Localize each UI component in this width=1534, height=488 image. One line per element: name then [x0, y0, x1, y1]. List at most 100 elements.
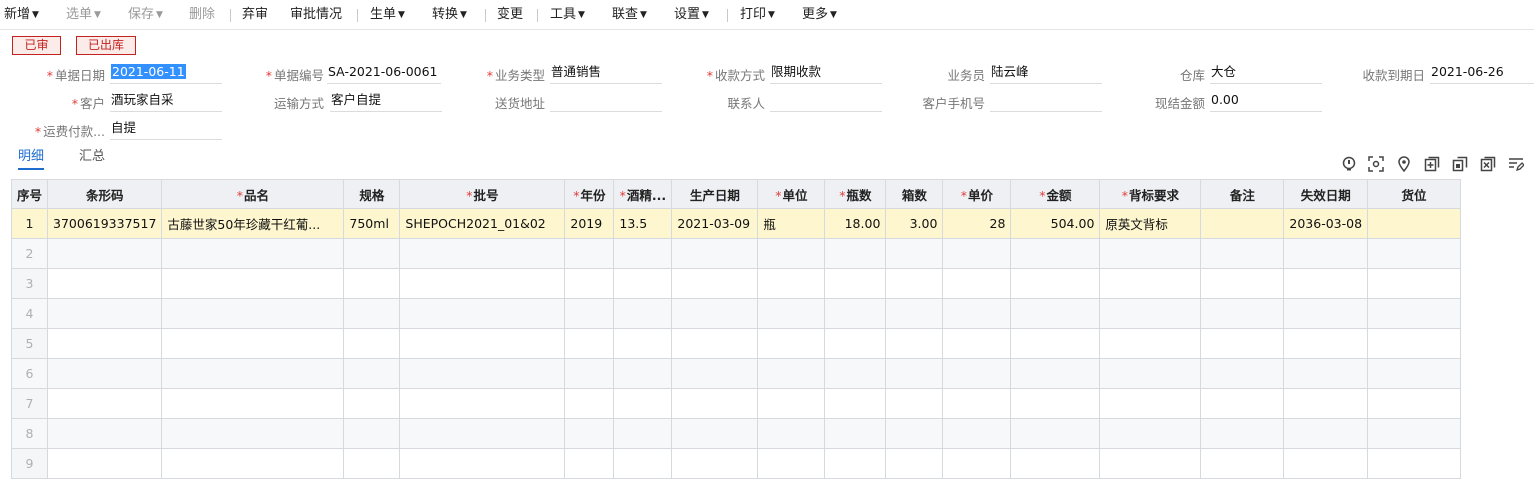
delete-button[interactable]: 删除 — [189, 5, 215, 25]
table-cell[interactable]: 750ml — [343, 208, 401, 239]
table-cell[interactable] — [824, 358, 887, 389]
table-cell[interactable]: 28 — [942, 208, 1012, 239]
table-cell[interactable] — [942, 388, 1012, 419]
table-cell[interactable] — [1200, 238, 1285, 269]
table-cell[interactable] — [1283, 418, 1369, 449]
table-cell[interactable] — [1367, 328, 1462, 359]
table-cell[interactable] — [613, 238, 673, 269]
table-cell[interactable] — [885, 358, 944, 389]
table-cell[interactable] — [1200, 328, 1285, 359]
table-cell[interactable] — [885, 328, 944, 359]
approval-status-button[interactable]: 审批情况 — [290, 5, 342, 25]
table-cell[interactable]: 2021-03-09 — [671, 208, 759, 239]
table-cell[interactable] — [1200, 268, 1285, 299]
table-cell[interactable] — [1200, 448, 1285, 479]
unapprove-button[interactable]: 弃审 — [242, 5, 268, 25]
table-cell[interactable] — [613, 328, 673, 359]
table-cell[interactable] — [824, 448, 887, 479]
table-cell[interactable]: 13.5 — [613, 208, 673, 239]
table-cell[interactable] — [343, 298, 401, 329]
add-row-icon[interactable] — [1424, 156, 1440, 172]
table-cell[interactable] — [564, 448, 615, 479]
table-cell[interactable]: 原英文背标 — [1099, 208, 1202, 239]
table-cell[interactable] — [671, 268, 759, 299]
column-header[interactable]: *单价 — [942, 179, 1012, 209]
table-cell[interactable] — [47, 268, 163, 299]
doc-date-input[interactable]: 2021-06-11 — [110, 62, 222, 84]
table-cell[interactable] — [1283, 238, 1369, 269]
table-cell[interactable] — [564, 358, 615, 389]
table-cell[interactable] — [885, 418, 944, 449]
table-cell[interactable] — [824, 238, 887, 269]
table-cell[interactable] — [613, 268, 673, 299]
table-row[interactable]: 5 — [10, 328, 1462, 359]
table-cell[interactable] — [671, 328, 759, 359]
generate-doc-button[interactable]: 生单 ▼ — [370, 5, 405, 25]
table-cell[interactable] — [343, 418, 401, 449]
table-cell[interactable] — [1200, 298, 1285, 329]
table-cell[interactable] — [1099, 418, 1202, 449]
column-header[interactable]: *单位 — [757, 179, 826, 209]
table-cell[interactable] — [824, 418, 887, 449]
table-cell[interactable] — [343, 388, 401, 419]
table-cell[interactable] — [399, 268, 566, 299]
table-cell[interactable]: 6 — [10, 358, 49, 389]
table-cell[interactable]: 7 — [10, 388, 49, 419]
column-header[interactable]: *品名 — [161, 179, 345, 209]
column-header[interactable]: 序号 — [10, 179, 49, 209]
table-cell[interactable] — [1283, 358, 1369, 389]
table-cell[interactable] — [757, 298, 826, 329]
table-cell[interactable] — [1283, 268, 1369, 299]
table-cell[interactable] — [1099, 358, 1202, 389]
change-button[interactable]: 变更 — [497, 5, 523, 25]
table-row[interactable]: 3 — [10, 268, 1462, 299]
column-header[interactable]: *批号 — [399, 179, 566, 209]
table-cell[interactable] — [757, 418, 826, 449]
table-cell[interactable] — [613, 418, 673, 449]
column-header[interactable]: *酒精... — [613, 179, 673, 209]
table-cell[interactable] — [1200, 358, 1285, 389]
delete-row-icon[interactable] — [1480, 156, 1496, 172]
table-cell[interactable] — [161, 238, 345, 269]
table-row[interactable]: 6 — [10, 358, 1462, 389]
customer-input[interactable]: 酒玩家自采 — [110, 90, 222, 112]
table-row[interactable]: 2 — [10, 238, 1462, 269]
due-date-input[interactable]: 2021-06-26 — [1430, 62, 1534, 84]
table-cell[interactable]: 9 — [10, 448, 49, 479]
table-cell[interactable]: 8 — [10, 418, 49, 449]
table-cell[interactable] — [1010, 328, 1101, 359]
table-cell[interactable] — [399, 388, 566, 419]
table-cell[interactable] — [885, 448, 944, 479]
table-cell[interactable]: 4 — [10, 298, 49, 329]
table-cell[interactable] — [1367, 298, 1462, 329]
table-cell[interactable] — [343, 328, 401, 359]
column-header[interactable]: 生产日期 — [671, 179, 759, 209]
table-cell[interactable] — [942, 448, 1012, 479]
table-cell[interactable]: 3 — [10, 268, 49, 299]
table-cell[interactable] — [757, 268, 826, 299]
table-cell[interactable] — [885, 388, 944, 419]
table-cell[interactable] — [757, 238, 826, 269]
table-cell[interactable] — [399, 238, 566, 269]
biz-type-select[interactable]: 普通销售 — [550, 62, 662, 84]
table-cell[interactable] — [671, 448, 759, 479]
table-cell[interactable] — [343, 448, 401, 479]
table-cell[interactable] — [47, 358, 163, 389]
more-button[interactable]: 更多 ▼ — [802, 5, 837, 25]
table-cell[interactable]: 5 — [10, 328, 49, 359]
contact-input[interactable] — [770, 90, 882, 112]
table-cell[interactable] — [1010, 388, 1101, 419]
table-cell[interactable] — [161, 298, 345, 329]
shipping-select[interactable]: 客户自提 — [330, 90, 442, 112]
column-header[interactable]: *瓶数 — [824, 179, 887, 209]
table-cell[interactable] — [564, 388, 615, 419]
column-header[interactable]: 箱数 — [885, 179, 944, 209]
table-cell[interactable] — [47, 448, 163, 479]
table-cell[interactable] — [1010, 298, 1101, 329]
table-cell[interactable] — [1099, 448, 1202, 479]
table-cell[interactable] — [564, 328, 615, 359]
table-cell[interactable] — [161, 328, 345, 359]
doc-no-input[interactable]: SA-2021-06-0061 — [327, 62, 441, 84]
table-cell[interactable] — [161, 418, 345, 449]
column-header[interactable]: 条形码 — [47, 179, 163, 209]
